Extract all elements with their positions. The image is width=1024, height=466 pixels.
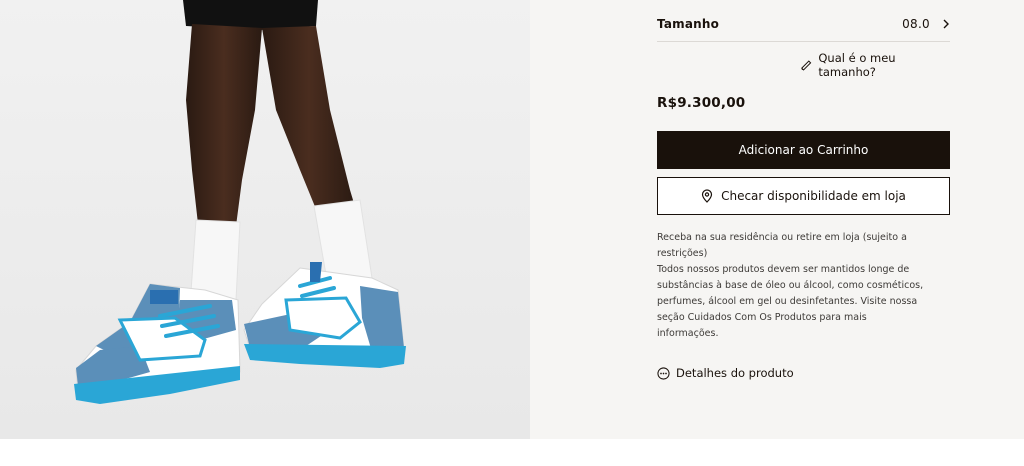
product-image xyxy=(0,0,530,439)
purchase-panel: Tamanho 08.0 Qual é o meu tamanho? R$9.3… xyxy=(530,0,1024,439)
care-info: Todos nossos produtos devem ser mantidos… xyxy=(657,264,924,339)
ruler-icon xyxy=(801,59,812,71)
chevron-right-icon xyxy=(943,19,949,28)
size-guide-label: Qual é o meu tamanho? xyxy=(818,51,896,79)
product-details-link[interactable]: Detalhes do produto xyxy=(657,364,794,382)
check-store-availability-button[interactable]: Checar disponibilidade em loja xyxy=(657,177,950,215)
delivery-info: Receba na sua residência ou retire em lo… xyxy=(657,232,907,259)
size-label: Tamanho xyxy=(657,16,720,31)
size-guide-link[interactable]: Qual é o meu tamanho? xyxy=(800,51,950,79)
product-info-text: Receba na sua residência ou retire em lo… xyxy=(657,230,927,342)
size-value-group: 08.0 xyxy=(902,17,950,31)
size-selector[interactable]: Tamanho 08.0 xyxy=(657,6,950,42)
product-price: R$9.300,00 xyxy=(657,95,746,111)
size-value: 08.0 xyxy=(902,16,930,31)
location-pin-icon xyxy=(701,189,713,203)
add-to-cart-button[interactable]: Adicionar ao Carrinho xyxy=(657,131,950,169)
details-label: Detalhes do produto xyxy=(676,366,794,380)
more-circle-icon xyxy=(657,366,670,380)
check-store-label: Checar disponibilidade em loja xyxy=(721,189,906,203)
sneaker-illustration xyxy=(0,0,530,439)
